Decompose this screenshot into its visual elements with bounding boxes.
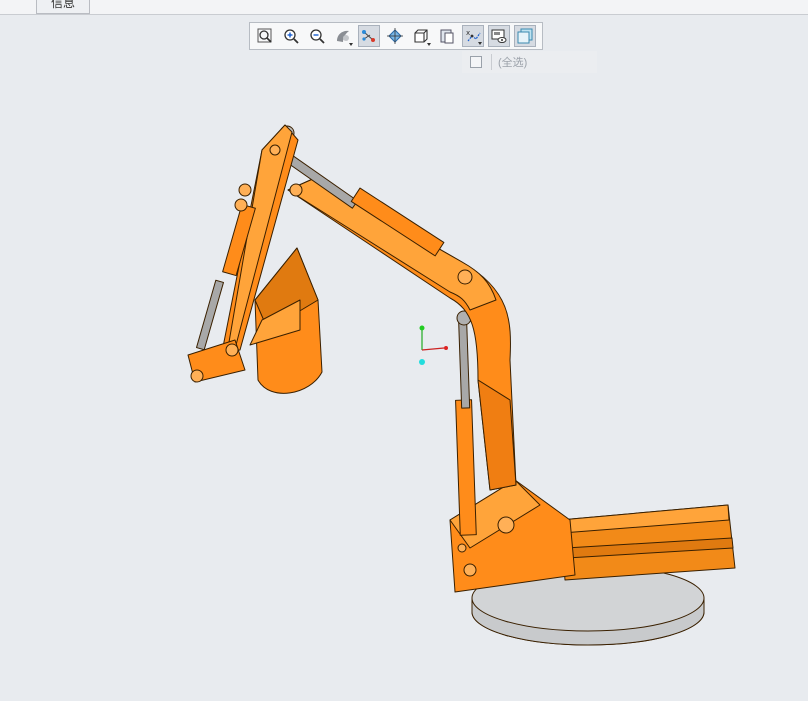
base-bracket xyxy=(449,479,576,593)
appearance-icon xyxy=(491,29,507,43)
select-all-checkbox[interactable] xyxy=(470,56,482,68)
tab-info[interactable]: 信息 xyxy=(36,0,90,14)
coordinate-triad xyxy=(419,325,448,365)
chassis-arm xyxy=(559,504,736,581)
tab-bar: 信息 xyxy=(0,0,808,15)
zoom-in-icon xyxy=(284,29,299,44)
bucket-cylinder xyxy=(196,198,256,351)
datum-display-icon xyxy=(362,30,375,42)
view-toolbar: x xyxy=(249,22,543,50)
spin-center-button[interactable] xyxy=(384,25,406,47)
zoom-out-button[interactable] xyxy=(306,25,328,47)
spin-center-icon xyxy=(387,28,403,44)
display-style-button[interactable] xyxy=(332,25,354,47)
visibility-filter-icon xyxy=(517,28,533,44)
base-turntable xyxy=(471,564,705,646)
boom-cylinder xyxy=(455,310,477,536)
appearance-button[interactable] xyxy=(488,25,510,47)
boom xyxy=(287,177,517,491)
datum-display-button[interactable] xyxy=(358,25,380,47)
saved-views-button[interactable] xyxy=(410,25,432,47)
annotation-display-button[interactable]: x xyxy=(462,25,484,47)
zoom-fit-icon xyxy=(257,28,272,43)
view-manager-icon xyxy=(440,29,454,44)
filter-select-all-row[interactable]: (全选) xyxy=(462,51,597,73)
svg-text:x: x xyxy=(466,29,470,37)
zoom-fit-button[interactable] xyxy=(254,25,276,47)
divider xyxy=(491,54,492,70)
bucket-linkage xyxy=(187,339,246,383)
model-viewport[interactable] xyxy=(0,0,808,701)
zoom-in-button[interactable] xyxy=(280,25,302,47)
zoom-out-icon xyxy=(310,29,325,44)
select-all-label: (全选) xyxy=(498,57,528,69)
view-manager-button[interactable] xyxy=(436,25,458,47)
stick-cylinder xyxy=(279,125,445,257)
visibility-filter-button[interactable] xyxy=(514,25,536,47)
stick xyxy=(221,124,299,353)
bucket xyxy=(249,247,323,394)
